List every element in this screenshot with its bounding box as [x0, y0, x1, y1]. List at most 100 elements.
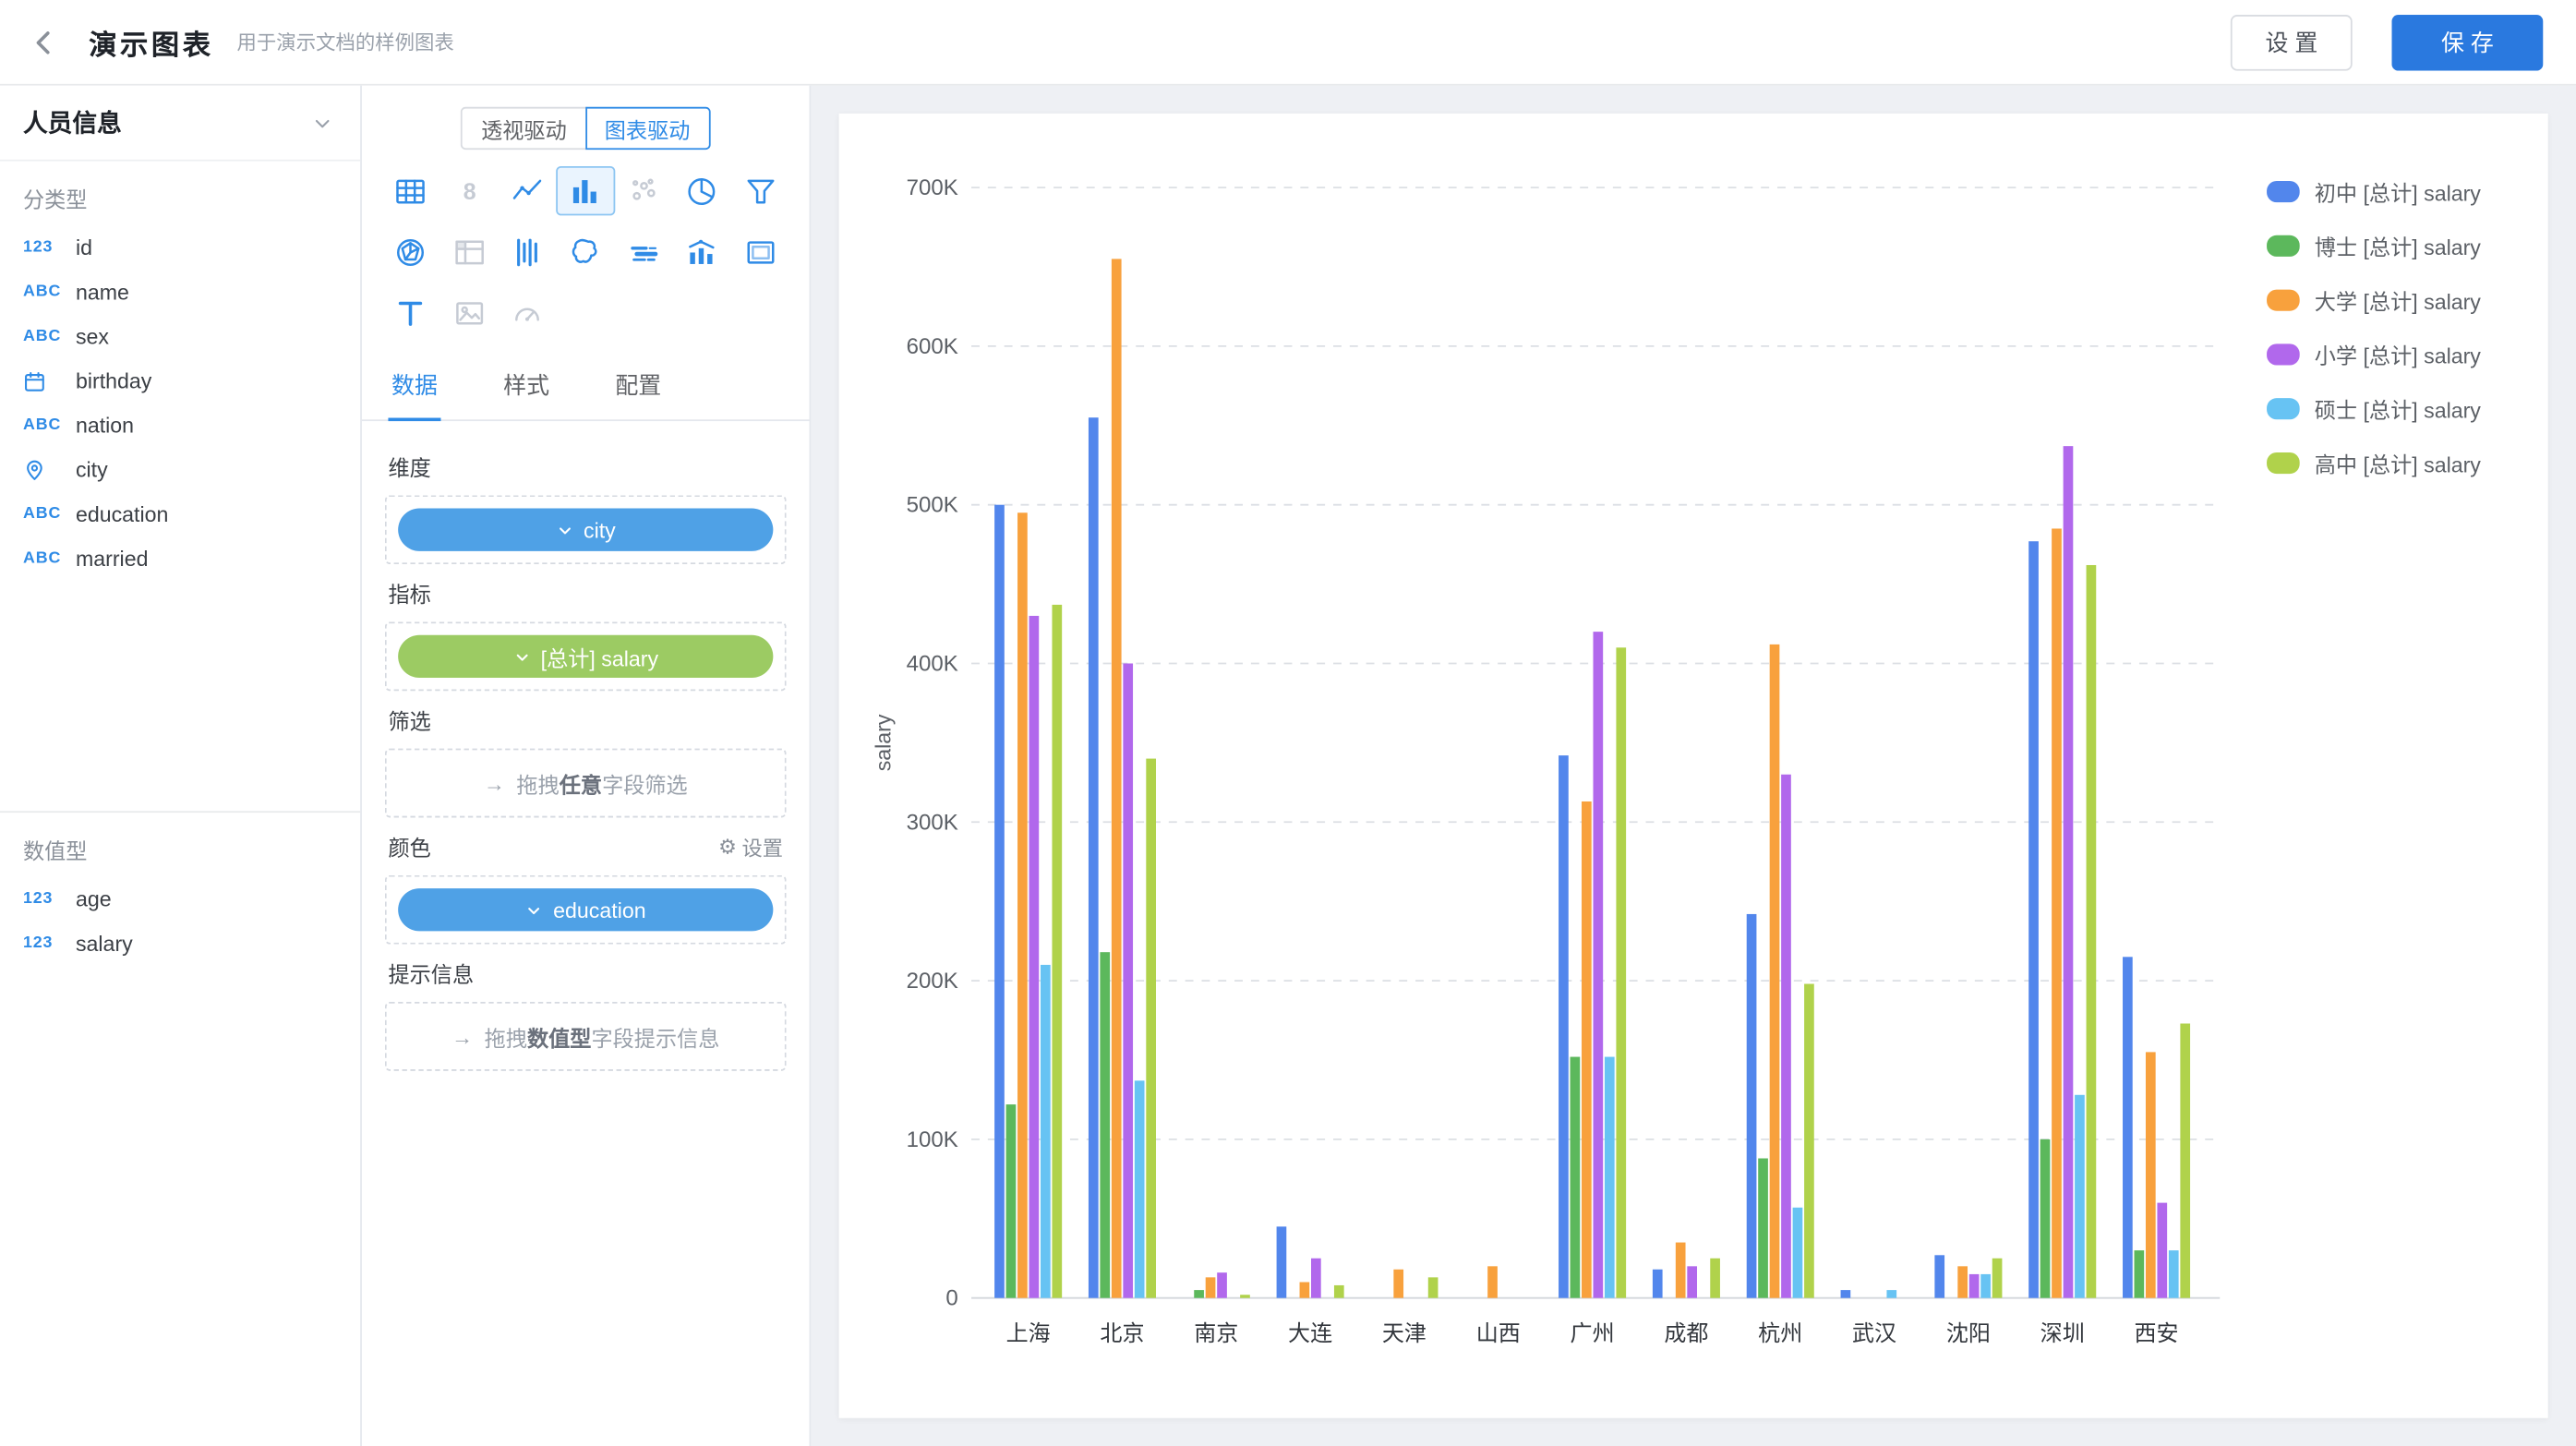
- bar-南京-高中: [1240, 1295, 1250, 1297]
- field-item-id[interactable]: 123id: [0, 225, 360, 270]
- svg-text:南京: 南京: [1194, 1321, 1238, 1346]
- svg-text:8: 8: [463, 178, 475, 204]
- field-item-salary[interactable]: 123salary: [0, 922, 360, 966]
- tooltip-placeholder: → 拖拽数值型字段提示信息: [451, 1020, 719, 1052]
- svg-text:700K: 700K: [907, 175, 958, 200]
- field-item-birthday[interactable]: birthday: [0, 358, 360, 403]
- legend-item-初中[interactable]: 初中 [总计] salary: [2267, 176, 2481, 208]
- color-pill-education[interactable]: education: [398, 888, 773, 931]
- field-name: id: [76, 235, 92, 260]
- chevron-left-icon: [28, 26, 61, 59]
- legend-item-博士[interactable]: 博士 [总计] salary: [2267, 230, 2481, 261]
- back-button[interactable]: [17, 14, 73, 70]
- chart-type-image-icon: [439, 288, 498, 337]
- chart-type-china-map-icon[interactable]: [557, 227, 615, 276]
- legend-item-高中[interactable]: 高中 [总计] salary: [2267, 448, 2481, 479]
- bar-广州-小学: [1593, 632, 1603, 1298]
- dataset-selector[interactable]: 人员信息: [0, 86, 360, 162]
- dimension-pill-city[interactable]: city: [398, 509, 773, 551]
- svg-text:300K: 300K: [907, 810, 958, 835]
- tooltip-dropzone[interactable]: → 拖拽数值型字段提示信息: [385, 1002, 787, 1071]
- config-tab-0[interactable]: 数据: [388, 350, 440, 419]
- mode-tab-0[interactable]: 透视驱动: [462, 107, 586, 150]
- settings-button[interactable]: 设 置: [2231, 14, 2353, 70]
- legend-label: 博士 [总计] salary: [2315, 230, 2481, 261]
- config-panel: 透视驱动图表驱动 8 数据样式配置 维度 city 指标: [362, 86, 811, 1446]
- dimension-dropzone[interactable]: city: [385, 495, 787, 564]
- field-item-sex[interactable]: ABCsex: [0, 314, 360, 358]
- svg-text:杭州: 杭州: [1758, 1321, 1802, 1346]
- chart-type-counter-icon: 8: [439, 166, 498, 215]
- chart-type-frame-icon[interactable]: [731, 227, 789, 276]
- chart-type-combo-icon[interactable]: [673, 227, 731, 276]
- legend-swatch: [2267, 181, 2300, 202]
- field-item-age[interactable]: 123age: [0, 877, 360, 922]
- bar-上海-高中: [1052, 605, 1062, 1298]
- chart-type-pie-icon[interactable]: [673, 166, 731, 215]
- chart-type-text-icon[interactable]: [381, 288, 439, 337]
- bar-沈阳-初中: [1934, 1255, 1944, 1297]
- svg-text:大连: 大连: [1288, 1321, 1332, 1346]
- chart-type-radar-icon[interactable]: [381, 227, 439, 276]
- svg-text:沈阳: 沈阳: [1946, 1321, 1991, 1346]
- chart-type-word-cloud-icon[interactable]: [615, 227, 673, 276]
- field-name: name: [76, 280, 129, 305]
- field-group: 数值型123age123salary: [0, 811, 360, 965]
- legend-label: 初中 [总计] salary: [2315, 176, 2481, 208]
- bar-南京-大学: [1206, 1277, 1216, 1297]
- axis-labels: 0100K200K300K400K500K600K700Ksalary上海北京南…: [872, 175, 2179, 1346]
- bar-南京-博士: [1194, 1290, 1204, 1298]
- field-name: education: [76, 501, 168, 526]
- mode-tab-1[interactable]: 图表驱动: [584, 107, 709, 150]
- save-button[interactable]: 保 存: [2391, 14, 2543, 70]
- chart-type-line-icon[interactable]: [499, 166, 557, 215]
- field-item-city[interactable]: city: [0, 448, 360, 492]
- bar-深圳-大学: [2052, 528, 2062, 1297]
- bar-武汉-硕士: [1886, 1290, 1896, 1298]
- field-item-education[interactable]: ABCeducation: [0, 492, 360, 536]
- bar-北京-初中: [1089, 417, 1099, 1297]
- bar-广州-硕士: [1605, 1057, 1615, 1298]
- bar-杭州-高中: [1804, 984, 1814, 1298]
- color-settings-button[interactable]: ⚙ 设置: [718, 831, 783, 862]
- text-type-icon: ABC: [23, 549, 66, 568]
- bar-广州-高中: [1616, 647, 1626, 1297]
- chevron-down-icon: [311, 111, 334, 134]
- filter-dropzone[interactable]: → 拖拽任意字段筛选: [385, 749, 787, 818]
- chart-type-table-icon[interactable]: [381, 166, 439, 215]
- chart-type-bar-icon[interactable]: [557, 166, 615, 215]
- measure-pill-salary[interactable]: [总计] salary: [398, 635, 773, 678]
- svg-text:200K: 200K: [907, 969, 958, 994]
- numeric-type-icon: 123: [23, 934, 66, 953]
- pill-label: [总计] salary: [541, 641, 658, 672]
- bar-北京-小学: [1123, 663, 1133, 1297]
- field-item-married[interactable]: ABCmarried: [0, 536, 360, 581]
- measure-dropzone[interactable]: [总计] salary: [385, 621, 787, 691]
- bar-成都-初中: [1653, 1270, 1663, 1298]
- field-item-name[interactable]: ABCname: [0, 270, 360, 314]
- location-icon: [23, 458, 66, 481]
- bar-西安-大学: [2146, 1052, 2156, 1297]
- field-name: birthday: [76, 368, 151, 393]
- bars-group[interactable]: [994, 259, 2190, 1297]
- legend-item-硕士[interactable]: 硕士 [总计] salary: [2267, 393, 2481, 425]
- config-tab-1[interactable]: 样式: [500, 350, 553, 419]
- bar-大连-大学: [1300, 1283, 1310, 1298]
- legend-item-小学[interactable]: 小学 [总计] salary: [2267, 339, 2481, 370]
- legend-swatch: [2267, 343, 2300, 365]
- chart-type-candlestick-icon[interactable]: [499, 227, 557, 276]
- bar-大连-初中: [1277, 1226, 1287, 1297]
- tooltip-label: 提示信息: [388, 958, 783, 989]
- legend-item-大学[interactable]: 大学 [总计] salary: [2267, 284, 2481, 316]
- legend-swatch: [2267, 452, 2300, 474]
- svg-text:山西: 山西: [1476, 1321, 1521, 1346]
- legend-swatch: [2267, 235, 2300, 257]
- bar-成都-大学: [1676, 1243, 1686, 1298]
- color-dropzone[interactable]: education: [385, 875, 787, 945]
- config-tab-2[interactable]: 配置: [612, 350, 665, 419]
- drag-arrow-icon: →: [451, 1024, 473, 1049]
- field-name: sex: [76, 324, 109, 349]
- legend-label: 小学 [总计] salary: [2315, 339, 2481, 370]
- chart-type-funnel-icon[interactable]: [731, 166, 789, 215]
- field-item-nation[interactable]: ABCnation: [0, 403, 360, 447]
